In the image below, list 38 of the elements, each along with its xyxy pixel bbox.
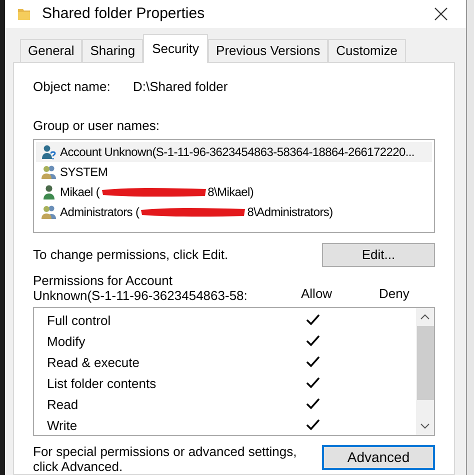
- advanced-button[interactable]: Advanced: [322, 445, 435, 470]
- user-list[interactable]: Account Unknown(S-1-11-96-3623454863-58364-18864-266172220... SYSTEM Mikael ( 8\Mikael) Administrators ( 8\Administrators): [33, 139, 435, 233]
- permission-name: List folder contents: [47, 374, 158, 393]
- object-name-label: Object name:: [33, 78, 112, 96]
- deny-column-header: Deny: [379, 284, 410, 303]
- tab[interactable]: Customize: [328, 39, 406, 62]
- advanced-hint: click Advanced.: [33, 459, 124, 474]
- permission-row[interactable]: Read: [34, 394, 416, 415]
- user-name-start: Mikael (: [60, 184, 100, 201]
- permission-row[interactable]: Read & execute: [34, 352, 416, 373]
- tab[interactable]: Security: [143, 34, 208, 63]
- tab[interactable]: General: [20, 39, 82, 62]
- advanced-hint: For special permissions or advanced settings,: [33, 444, 297, 459]
- tab[interactable]: Sharing: [82, 39, 144, 62]
- user-name-start: Administrators (: [60, 204, 140, 221]
- user-name: SYSTEM: [60, 164, 108, 181]
- user-list-item[interactable]: Account Unknown(S-1-11-96-3623454863-58364-18864-266172220...: [36, 142, 432, 162]
- object-name-value: D:\Shared folder: [133, 78, 228, 96]
- allow-column-header: Allow: [301, 284, 334, 302]
- edit-button[interactable]: Edit...: [322, 243, 435, 267]
- permission-row[interactable]: Modify: [34, 331, 416, 352]
- permissions-label: Permissions for Account: [33, 273, 174, 288]
- permission-row[interactable]: Write: [34, 415, 416, 435]
- user-name: Account Unknown(S-1-11-96-3623454863-58364-18864-266172220...: [60, 144, 414, 161]
- permission-name: Read & execute: [47, 354, 141, 372]
- user-name-end: 8\Administrators): [247, 204, 333, 221]
- permission-row[interactable]: Full control: [34, 310, 416, 331]
- user-name-end: 8\Mikael): [208, 184, 254, 201]
- edit-hint: To change permissions, click Edit.: [33, 246, 228, 264]
- tab[interactable]: Previous Versions: [208, 39, 328, 62]
- permission-name: Modify: [47, 332, 86, 351]
- permission-row[interactable]: List folder contents: [34, 373, 416, 394]
- permissions-label: Unknown(S-1-11-96-3623454863-58:: [33, 288, 248, 303]
- window-title: Shared folder Properties: [42, 4, 205, 24]
- permission-name: Full control: [47, 312, 112, 330]
- users-label: Group or user names:: [33, 116, 160, 135]
- permission-name: Read: [47, 396, 80, 414]
- permission-name: Write: [47, 416, 78, 435]
